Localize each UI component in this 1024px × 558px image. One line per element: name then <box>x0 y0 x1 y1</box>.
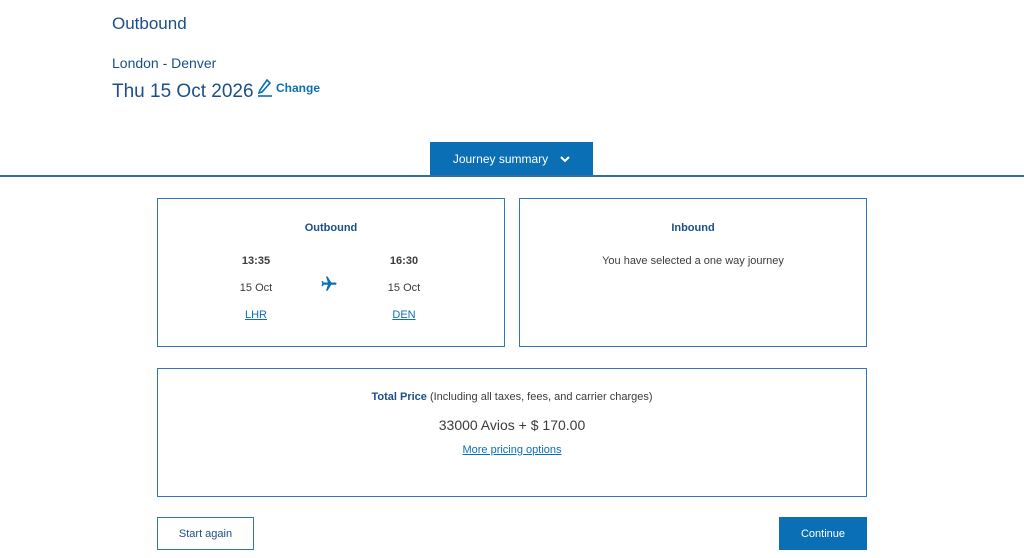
arrival-column: 16:30 15 Oct DEN <box>374 255 434 321</box>
airplane-icon <box>321 276 337 291</box>
travel-date: Thu 15 Oct 2026 <box>112 81 254 102</box>
inbound-card-title: Inbound <box>671 222 715 234</box>
start-again-button[interactable]: Start again <box>157 517 254 550</box>
departure-time: 13:35 <box>241 255 271 267</box>
pricing-link-row: More pricing options <box>158 444 866 456</box>
price-card: Total Price (Including all taxes, fees, … <box>157 368 867 497</box>
route-text: London - Denver <box>112 55 217 71</box>
inbound-card: Inbound You have selected a one way jour… <box>519 198 867 347</box>
arrival-airport-link[interactable]: DEN <box>374 309 434 321</box>
journey-summary-label: Journey summary <box>452 152 549 166</box>
pencil-icon <box>258 79 272 97</box>
price-label-detail: (Including all taxes, fees, and carrier … <box>426 391 653 403</box>
arrival-time: 16:30 <box>389 255 419 267</box>
price-label: Total Price (Including all taxes, fees, … <box>158 391 866 403</box>
chevron-down-icon <box>560 155 570 162</box>
page-title: Outbound <box>112 14 187 33</box>
continue-button[interactable]: Continue <box>779 517 867 550</box>
outbound-card-title: Outbound <box>304 222 358 234</box>
change-label: Change <box>276 81 321 95</box>
departure-date: 15 Oct <box>239 282 273 294</box>
inbound-message: You have selected a one way journey <box>602 255 784 267</box>
departure-column: 13:35 15 Oct LHR <box>226 255 286 321</box>
section-divider <box>0 175 1024 177</box>
journey-summary-toggle[interactable]: Journey summary <box>430 142 593 176</box>
change-date-link[interactable]: Change <box>258 79 320 97</box>
arrival-date: 15 Oct <box>387 282 421 294</box>
more-pricing-options-link[interactable]: More pricing options <box>462 444 561 456</box>
total-price: 33000 Avios + $ 170.00 <box>438 417 586 433</box>
departure-airport-link[interactable]: LHR <box>226 309 286 321</box>
outbound-card: Outbound 13:35 15 Oct LHR 16:30 15 Oct D… <box>157 198 505 347</box>
price-label-bold: Total Price <box>371 391 427 403</box>
